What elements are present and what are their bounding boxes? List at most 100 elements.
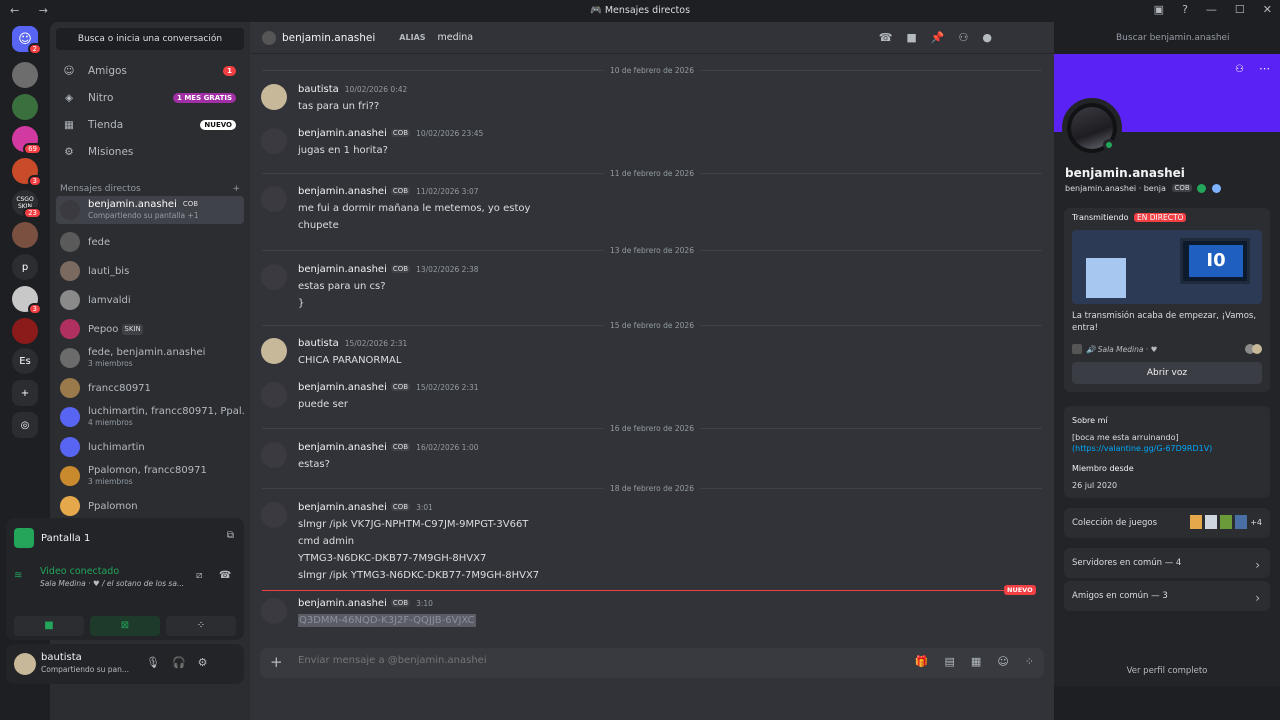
dm-item[interactable]: benjamin.anashei COB Compartiendo su panta…	[56, 196, 244, 224]
user-profile-icon[interactable]: ●	[982, 31, 992, 44]
settings-icon[interactable]: ⚙	[198, 656, 208, 669]
nav-nitro[interactable]: ◈ Nitro 1 MES GRATIS	[56, 85, 244, 111]
server-icon[interactable]	[12, 94, 38, 120]
channel-search-input[interactable]: Buscar benjamin.anashei	[1110, 29, 1274, 49]
emoji-icon[interactable]: ☺	[997, 655, 1008, 668]
message-timestamp: 13/02/2026 2:38	[416, 265, 479, 274]
add-server-icon[interactable]: +	[12, 380, 38, 406]
gift-icon[interactable]: 🎁	[915, 655, 929, 668]
call-icon[interactable]: ☎	[879, 31, 893, 44]
dm-item[interactable]: lauti_bis	[56, 257, 244, 285]
avatar[interactable]	[261, 264, 287, 290]
message-author[interactable]: benjamin.anashei	[298, 598, 387, 609]
server-icon[interactable]: p	[12, 254, 38, 280]
discord-home-icon[interactable]: ☺ 2	[12, 26, 42, 55]
dm-item[interactable]: fede, benjamin.anashei 3 miembros	[56, 344, 244, 372]
server-icon[interactable]	[12, 222, 38, 248]
dm-item[interactable]: Ppalomon, francc80971 3 miembros	[56, 462, 244, 490]
apps-icon[interactable]: ⁘	[1025, 655, 1034, 668]
dm-item[interactable]: Ppalomon	[56, 492, 244, 520]
dm-item[interactable]: luchimartin	[56, 433, 244, 461]
open-voice-button[interactable]: Abrir voz	[1072, 362, 1262, 384]
avatar[interactable]	[261, 84, 287, 110]
gif-icon[interactable]: ▤	[945, 655, 955, 668]
channel-icon	[1072, 344, 1082, 354]
maximize-button[interactable]: ☐	[1235, 3, 1245, 16]
pin-icon[interactable]: 📌	[931, 31, 945, 44]
popout-icon[interactable]: ⧉	[227, 530, 234, 541]
share-screen-button[interactable]: ⊠	[90, 616, 160, 636]
sticker-icon[interactable]: ▦	[971, 655, 981, 668]
nitro-badge-icon	[1197, 184, 1207, 193]
headphones-icon[interactable]: 🎧	[172, 656, 186, 669]
message-header: benjamin.anashei COB 3:01	[298, 502, 433, 513]
nav-shop[interactable]: ▦ Tienda NUEVO	[56, 112, 244, 138]
server-icon[interactable]: CSGO SKIN 23	[12, 190, 42, 219]
server-icon[interactable]	[12, 318, 38, 344]
server-icon[interactable]: Es	[12, 348, 38, 374]
mutual-friends-card[interactable]: Amigos en común — 3 ›	[1064, 581, 1270, 611]
avatar[interactable]	[261, 502, 287, 528]
activities-icon: ⁘	[196, 620, 206, 631]
avatar[interactable]	[261, 442, 287, 468]
avatar[interactable]	[261, 598, 287, 624]
minimize-button[interactable]: —	[1206, 3, 1217, 16]
camera-button[interactable]: ■	[14, 616, 84, 636]
inbox-icon[interactable]: ▣	[1154, 3, 1164, 16]
games-more: +4	[1250, 517, 1262, 527]
full-profile-link[interactable]: Ver perfil completo	[1054, 666, 1280, 676]
more-icon[interactable]: ⋯	[1259, 62, 1270, 75]
dm-item[interactable]: lamvaldi	[56, 286, 244, 314]
message-input[interactable]	[298, 655, 858, 666]
noise-suppression-icon[interactable]: ⧄	[196, 570, 202, 581]
mic-icon[interactable]: 🎙	[146, 656, 160, 669]
server-icon[interactable]: 69	[12, 126, 42, 155]
date-label: 18 de febrero de 2026	[604, 484, 700, 493]
clan-tag: SKIN	[122, 323, 143, 335]
dm-item[interactable]: francc80971	[56, 374, 244, 402]
nav-quests[interactable]: ⚙ Misiones	[56, 139, 244, 165]
games-card[interactable]: Colección de juegos +4	[1064, 508, 1270, 538]
voice-channel[interactable]: Sala Medina · ♥ / el sotano de los sa...	[40, 579, 190, 588]
server-icon[interactable]: 3	[12, 286, 42, 315]
dm-item[interactable]: fede	[56, 228, 244, 256]
server-icon[interactable]	[12, 62, 38, 88]
message-author[interactable]: bautista	[298, 338, 339, 349]
find-conversation-button[interactable]: Busca o inicia una conversación	[56, 28, 244, 50]
avatar[interactable]	[261, 186, 287, 212]
avatar[interactable]	[261, 382, 287, 408]
video-call-icon[interactable]: ■	[906, 31, 916, 44]
close-button[interactable]: ✕	[1263, 3, 1272, 16]
date-divider: 18 de febrero de 2026	[262, 484, 1042, 500]
message-author[interactable]: benjamin.anashei	[298, 442, 387, 453]
about-link[interactable]: (https://valantine.gg/G-67D9RD1V)	[1072, 444, 1212, 453]
message-author[interactable]: benjamin.anashei	[298, 382, 387, 393]
message-author[interactable]: bautista	[298, 84, 339, 95]
dm-text: francc80971	[88, 383, 151, 394]
about-text: [boca me esta arruinando]	[1072, 433, 1179, 442]
message-author[interactable]: benjamin.anashei	[298, 186, 387, 197]
disconnect-icon[interactable]: ☎	[219, 570, 231, 581]
nav-friends[interactable]: ☺ Amigos 1	[56, 58, 244, 84]
attach-plus-icon[interactable]: +	[270, 653, 283, 671]
avatar[interactable]	[261, 128, 287, 154]
clan-tag: COB	[390, 265, 411, 273]
activities-button[interactable]: ⁘	[166, 616, 236, 636]
message-author[interactable]: benjamin.anashei	[298, 502, 387, 513]
help-icon[interactable]: ?	[1182, 3, 1188, 16]
nitro-icon: ◈	[64, 92, 74, 104]
boost-badge-icon	[1211, 184, 1221, 193]
explore-icon[interactable]: ◎	[12, 412, 38, 438]
message-author[interactable]: benjamin.anashei	[298, 128, 387, 139]
server-icon[interactable]: 3	[12, 158, 42, 187]
stream-thumbnail[interactable]: I0	[1072, 230, 1262, 304]
message-author[interactable]: benjamin.anashei	[298, 264, 387, 275]
add-friend-icon[interactable]: ⚇	[1235, 64, 1244, 75]
user-avatar[interactable]	[14, 653, 36, 675]
avatar[interactable]	[261, 338, 287, 364]
add-friends-icon[interactable]: ⚇	[959, 31, 969, 44]
mutual-servers-card[interactable]: Servidores en común — 4 ›	[1064, 548, 1270, 578]
dm-item[interactable]: Pepoo SKIN	[56, 315, 244, 343]
add-dm-icon[interactable]: +	[232, 184, 240, 194]
dm-item[interactable]: luchimartin, francc80971, Ppal... 4 miemb…	[56, 403, 244, 431]
